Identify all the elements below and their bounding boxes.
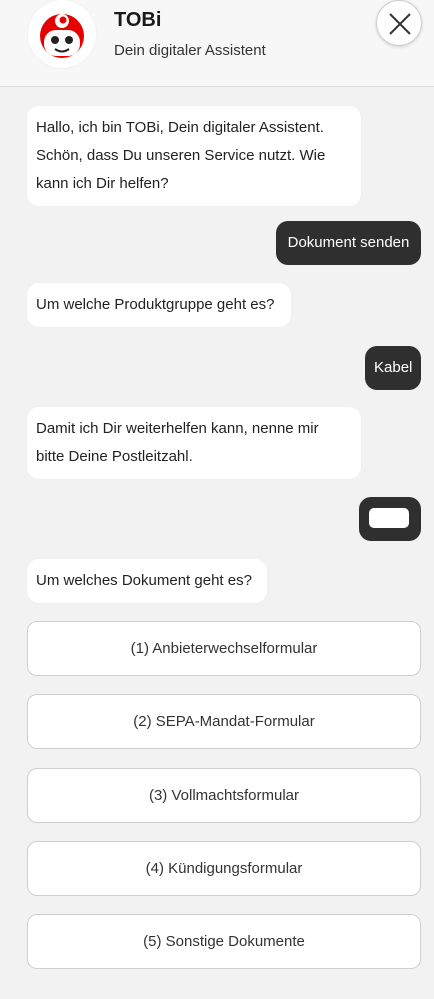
user-message: Kabel bbox=[365, 346, 421, 390]
option-button[interactable]: (1) Anbieterwechselformular bbox=[27, 621, 421, 676]
bot-message: Hallo, ich bin TOBi, Dein digitaler Assi… bbox=[27, 106, 361, 206]
page-title: TOBi bbox=[114, 9, 162, 31]
bot-message: Um welches Dokument geht es? bbox=[27, 559, 267, 603]
option-button[interactable]: (3) Vollmachtsformular bbox=[27, 768, 421, 823]
chat-header: TOBi Dein digitaler Assistent bbox=[0, 0, 434, 87]
close-icon bbox=[389, 13, 411, 35]
bot-message: Damit ich Dir weiterhelfen kann, nenne m… bbox=[27, 407, 361, 479]
option-button[interactable]: (4) Kündigungsformular bbox=[27, 841, 421, 896]
tobi-robot-avatar-icon bbox=[40, 14, 84, 58]
redaction-mark bbox=[369, 508, 409, 528]
option-button[interactable]: (2) SEPA-Mandat-Formular bbox=[27, 694, 421, 749]
page-subtitle: Dein digitaler Assistent bbox=[114, 42, 266, 59]
close-button[interactable] bbox=[376, 0, 422, 46]
option-button[interactable]: (5) Sonstige Dokumente bbox=[27, 914, 421, 969]
bot-message: Um welche Produktgruppe geht es? bbox=[27, 283, 291, 327]
user-message: Dokument senden bbox=[276, 221, 421, 265]
avatar bbox=[28, 0, 96, 68]
